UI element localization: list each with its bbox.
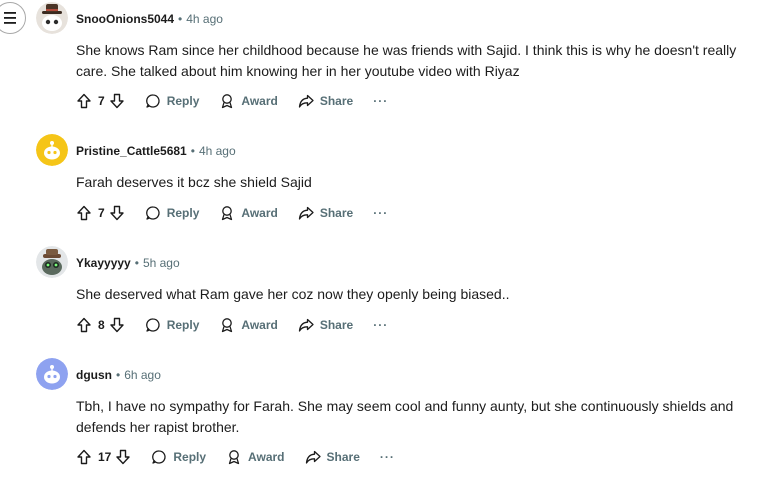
share-icon [305,450,321,464]
hamburger-icon [4,12,16,24]
downvote-icon[interactable] [109,205,125,221]
avatar[interactable] [36,246,68,278]
award-icon [222,318,233,333]
reply-bubble-icon [145,318,160,332]
timestamp[interactable]: 4h ago [199,144,236,158]
timestamp[interactable]: 4h ago [186,12,223,26]
upvote-icon[interactable] [76,317,92,333]
share-label: Share [326,450,360,464]
award-label: Award [241,206,278,220]
timestamp[interactable]: 5h ago [143,256,180,270]
avatar[interactable] [36,134,68,166]
snoo-goggles-avatar-icon [36,246,68,278]
share-icon [298,318,314,332]
reply-button[interactable]: Reply [145,205,200,221]
share-label: Share [319,206,354,220]
award-button[interactable]: Award [219,205,278,221]
vote-group: 8 [76,317,125,333]
comment-meta: dgusn • 6h ago [76,367,161,383]
comment-meta: Ykayyyyy • 5h ago [76,255,180,271]
comment-body: She deserved what Ram gave her coz now t… [76,286,510,302]
upvote-icon[interactable] [76,205,92,221]
comment-body: She knows Ram since her childhood becaus… [76,42,737,79]
avatar[interactable] [36,2,68,34]
share-button[interactable]: Share [298,93,353,109]
timestamp[interactable]: 6h ago [124,368,161,382]
comment-meta: Pristine_Cattle5681 • 4h ago [76,143,236,159]
username[interactable]: Pristine_Cattle5681 [76,144,187,158]
share-button[interactable]: Share [305,449,360,465]
reply-label: Reply [166,318,200,332]
award-button[interactable]: Award [219,93,278,109]
comment-actions: 8 Reply Award Share ··· [76,313,388,337]
username[interactable]: SnooOnions5044 [76,12,174,26]
upvote-icon[interactable] [76,93,92,109]
upvote-icon[interactable] [76,449,92,465]
comment-body: Tbh, I have no sympathy for Farah. She m… [76,398,734,435]
award-icon [222,206,233,221]
more-options-button[interactable]: ··· [373,206,388,220]
more-options-button[interactable]: ··· [373,318,388,332]
award-icon [222,94,233,109]
more-options-button[interactable]: ··· [373,94,388,108]
reply-label: Reply [166,206,200,220]
reply-bubble-icon [145,94,160,108]
share-icon [298,94,314,108]
vote-group: 7 [76,93,125,109]
avatar[interactable] [36,358,68,390]
award-button[interactable]: Award [226,449,285,465]
separator-dot: • [116,368,121,382]
reply-label: Reply [166,94,200,108]
downvote-icon[interactable] [115,449,131,465]
reply-button[interactable]: Reply [145,93,200,109]
vote-count: 7 [98,94,105,108]
username[interactable]: Ykayyyyy [76,256,131,270]
vote-group: 17 [76,449,131,465]
share-label: Share [319,318,354,332]
award-button[interactable]: Award [219,317,278,333]
vote-group: 7 [76,205,125,221]
vote-count: 7 [98,206,105,220]
reply-bubble-icon [152,450,166,464]
downvote-icon[interactable] [109,317,125,333]
separator-dot: • [134,256,139,270]
snoo-yellow-avatar-icon [36,134,68,166]
downvote-icon[interactable] [109,93,125,109]
reply-label: Reply [173,450,207,464]
more-options-button[interactable]: ··· [380,450,395,464]
comment-body: Farah deserves it bcz she shield Sajid [76,174,312,190]
vote-count: 8 [98,318,105,332]
award-label: Award [248,450,285,464]
award-icon [228,450,240,465]
share-icon [298,206,314,220]
share-label: Share [319,94,354,108]
reply-button[interactable]: Reply [151,449,206,465]
comment-meta: SnooOnions5044 • 4h ago [76,11,223,27]
menu-button[interactable] [0,2,26,34]
snoo-blue-avatar-icon [36,358,68,390]
comment-actions: 17 Reply Award Share ··· [76,445,395,469]
award-label: Award [241,94,278,108]
comment-thread: SnooOnions5044 • 4h ago She knows Ram sinc… [0,0,758,482]
reply-button[interactable]: Reply [145,317,200,333]
reply-bubble-icon [145,206,160,220]
vote-count: 17 [98,450,112,464]
share-button[interactable]: Share [298,317,353,333]
comment-actions: 7 Reply Award Share ··· [76,89,388,113]
comment-actions: 7 Reply Award Share ··· [76,201,388,225]
award-label: Award [241,318,278,332]
share-button[interactable]: Share [298,205,353,221]
separator-dot: • [178,12,183,26]
snoo-hat-avatar-icon [36,2,68,34]
separator-dot: • [190,144,195,158]
username[interactable]: dgusn [76,368,112,382]
